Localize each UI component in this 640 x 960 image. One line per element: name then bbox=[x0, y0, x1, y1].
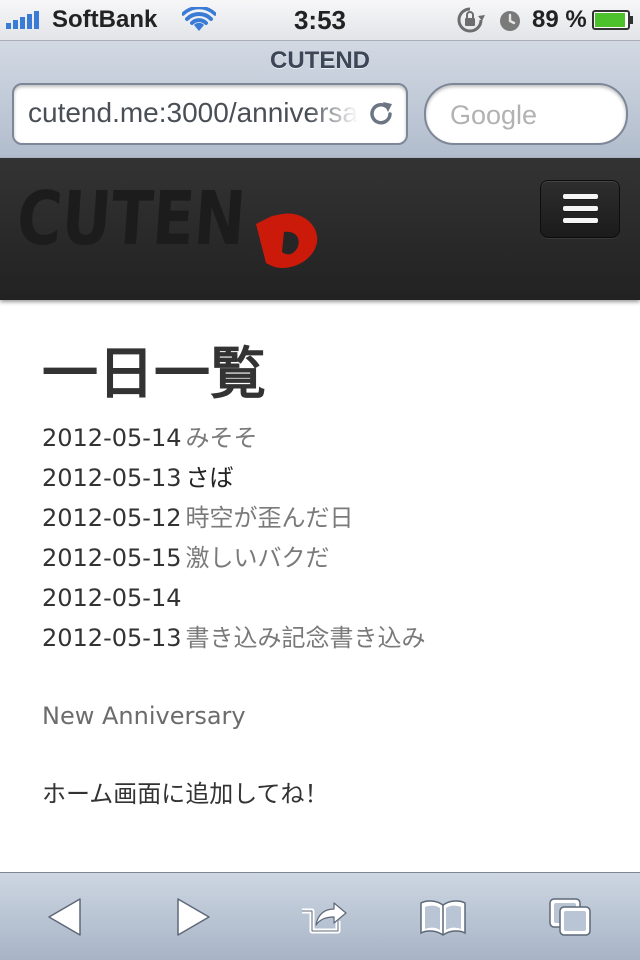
new-anniversary-link[interactable]: New Anniversary bbox=[42, 702, 602, 730]
anniversary-date: 2012-05-14 bbox=[42, 424, 182, 452]
list-item: 2012-05-12 時空が歪んだ日 bbox=[42, 498, 602, 538]
menu-toggle-button[interactable] bbox=[540, 180, 620, 238]
status-bar: SoftBank 3:53 89 % bbox=[0, 0, 640, 41]
brand-logo[interactable]: CUTEN bbox=[20, 180, 325, 276]
anniversary-link[interactable]: みそそ bbox=[185, 424, 257, 452]
list-item: 2012-05-14 みそそ bbox=[42, 418, 602, 458]
share-button[interactable] bbox=[298, 895, 348, 939]
share-icon bbox=[302, 902, 347, 934]
pages-icon bbox=[549, 898, 591, 936]
home-screen-note: ホーム画面に追加してね！ bbox=[42, 780, 329, 808]
anniversary-date: 2012-05-13 bbox=[42, 624, 182, 652]
pages-button[interactable] bbox=[546, 895, 596, 939]
main-content: 一日一覧 2012-05-14 みそそ 2012-05-13 さば 2012-05-… bbox=[42, 300, 602, 809]
bookmarks-button[interactable] bbox=[418, 895, 468, 939]
url-field[interactable]: cutend.me:3000/anniversaries bbox=[12, 83, 408, 145]
search-input[interactable] bbox=[448, 97, 612, 133]
back-icon bbox=[48, 898, 81, 936]
iphone-screen: SoftBank 3:53 89 % CUTEND cutend.me:3000… bbox=[0, 0, 640, 960]
anniversary-date: 2012-05-12 bbox=[42, 504, 182, 532]
rotation-lock-icon bbox=[457, 7, 485, 33]
menu-bar-icon bbox=[563, 206, 598, 211]
anniversary-list: 2012-05-14 みそそ 2012-05-13 さば 2012-05-12 時空が… bbox=[42, 418, 602, 658]
search-field[interactable] bbox=[424, 83, 628, 145]
anniversary-link[interactable]: さば bbox=[185, 464, 233, 492]
anniversary-date: 2012-05-15 bbox=[42, 544, 182, 572]
anniversary-date: 2012-05-13 bbox=[42, 464, 182, 492]
forward-button[interactable] bbox=[168, 895, 218, 939]
list-item: 2012-05-14 bbox=[42, 578, 602, 618]
menu-bar-icon bbox=[563, 218, 598, 223]
anniversary-link[interactable]: 激しいバクだ bbox=[185, 544, 329, 572]
anniversary-link[interactable]: 時空が歪んだ日 bbox=[185, 504, 353, 532]
back-button[interactable] bbox=[40, 895, 90, 939]
url-text[interactable]: cutend.me:3000/anniversaries bbox=[28, 97, 358, 129]
browser-address-bar: CUTEND cutend.me:3000/anniversaries bbox=[0, 41, 640, 159]
list-item: 2012-05-13 さば bbox=[42, 458, 602, 498]
list-item: 2012-05-15 激しいバクだ bbox=[42, 538, 602, 578]
browser-page-title: CUTEND bbox=[270, 47, 370, 74]
site-navbar: CUTEN bbox=[0, 158, 640, 300]
battery-icon bbox=[592, 10, 633, 30]
reload-icon[interactable] bbox=[366, 99, 396, 129]
forward-icon bbox=[177, 898, 210, 936]
anniversary-date: 2012-05-14 bbox=[42, 584, 182, 612]
svg-text:CUTEN: CUTEN bbox=[20, 180, 248, 262]
browser-toolbar bbox=[0, 872, 640, 960]
anniversary-link[interactable]: 書き込み記念書き込み bbox=[185, 624, 425, 652]
page-title: 一日一覧 bbox=[42, 342, 266, 407]
list-item: 2012-05-13 書き込み記念書き込み bbox=[42, 618, 602, 658]
battery-percentage: 89 % bbox=[532, 6, 587, 33]
alarm-icon bbox=[500, 11, 520, 31]
bookmarks-icon bbox=[420, 900, 466, 936]
menu-bar-icon bbox=[563, 194, 598, 199]
